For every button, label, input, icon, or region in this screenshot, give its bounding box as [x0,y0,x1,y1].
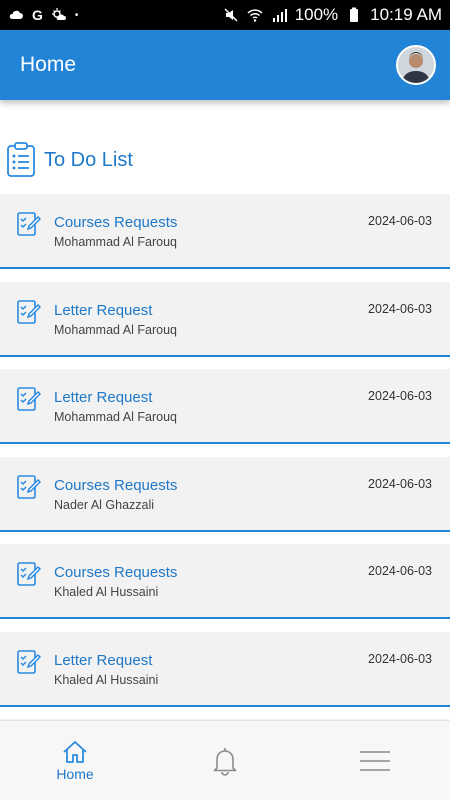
app-bar: Home [0,30,450,100]
todo-requester: Khaled Al Hussaini [54,585,159,599]
todo-date: 2024-06-03 [368,476,432,491]
nav-home-label: Home [56,765,94,782]
todo-requester: Mohammad Al Farouq [54,322,177,337]
checklist-edit-icon [17,562,41,586]
todo-title: Letter Request [54,389,153,406]
checklist-edit-icon [17,299,41,324]
hamburger-menu-icon [360,750,390,771]
todo-item[interactable]: Letter Request Khaled Al Hussaini 2024-0… [0,631,450,707]
clipboard-list-icon [7,142,35,177]
home-icon [63,740,87,763]
user-photo-icon [398,47,434,83]
todo-item[interactable]: Courses Requests Nader Al Ghazzali 2024-… [0,456,450,532]
mute-icon [224,8,238,22]
todo-title: Letter Request [54,651,153,669]
todo-date: 2024-06-03 [368,651,432,666]
todo-date: 2024-06-03 [368,564,432,578]
todo-requester: Mohammad Al Farouq [54,410,177,424]
google-icon: G [32,7,43,23]
checklist-edit-icon [17,212,41,236]
todo-requester: Mohammad Al Farouq [54,235,177,249]
page-title: Home [20,53,77,76]
todo-list: Courses Requests Mohammad Al Farouq 2024… [0,194,450,720]
dot-icon: • [74,9,79,21]
battery-icon [350,7,359,22]
todo-item[interactable]: Courses Requests Khaled Al Hussaini 2024… [0,544,450,619]
wifi-icon [247,9,263,22]
todo-item[interactable]: Letter Request Mohammad Al Farouq 2024-0… [0,281,450,357]
cloud-icon [9,10,23,19]
checklist-edit-icon [17,474,41,499]
battery-percent: 100% [294,5,339,24]
nav-menu[interactable] [315,726,435,796]
avatar[interactable] [396,45,436,85]
checklist-edit-icon [17,649,41,674]
todo-date: 2024-06-03 [368,389,432,403]
checklist-edit-icon [17,387,41,411]
todo-title: Courses Requests [54,564,178,581]
todo-section-header: To Do List [6,142,133,178]
status-left: G • [8,7,78,23]
nav-home[interactable]: Home [15,726,135,796]
todo-item[interactable]: Letter Request Mohammad Al Farouq 2024-0… [0,369,450,444]
todo-requester: Khaled Al Hussaini [54,672,159,687]
todo-title: Letter Request [54,301,153,319]
status-right: 100% 10:19 AM [223,5,442,25]
main-content[interactable]: To Do List Courses Requests Mohammad Al … [0,100,450,720]
status-bar: G • 100% 10:19 AM [0,0,450,30]
section-title: To Do List [44,148,133,171]
clock: 10:19 AM [370,5,442,24]
todo-date: 2024-06-03 [368,301,432,316]
signal-icon [272,9,287,22]
bell-icon [213,747,237,776]
todo-title: Courses Requests [54,214,178,231]
todo-item[interactable]: Courses Requests Mohammad Al Farouq 2024… [0,194,450,269]
weather-icon [51,8,66,20]
bottom-nav: Home [0,720,450,800]
todo-date: 2024-06-03 [368,214,432,228]
todo-title: Courses Requests [54,476,178,494]
nav-notifications[interactable] [165,726,285,796]
todo-requester: Nader Al Ghazzali [54,497,155,512]
